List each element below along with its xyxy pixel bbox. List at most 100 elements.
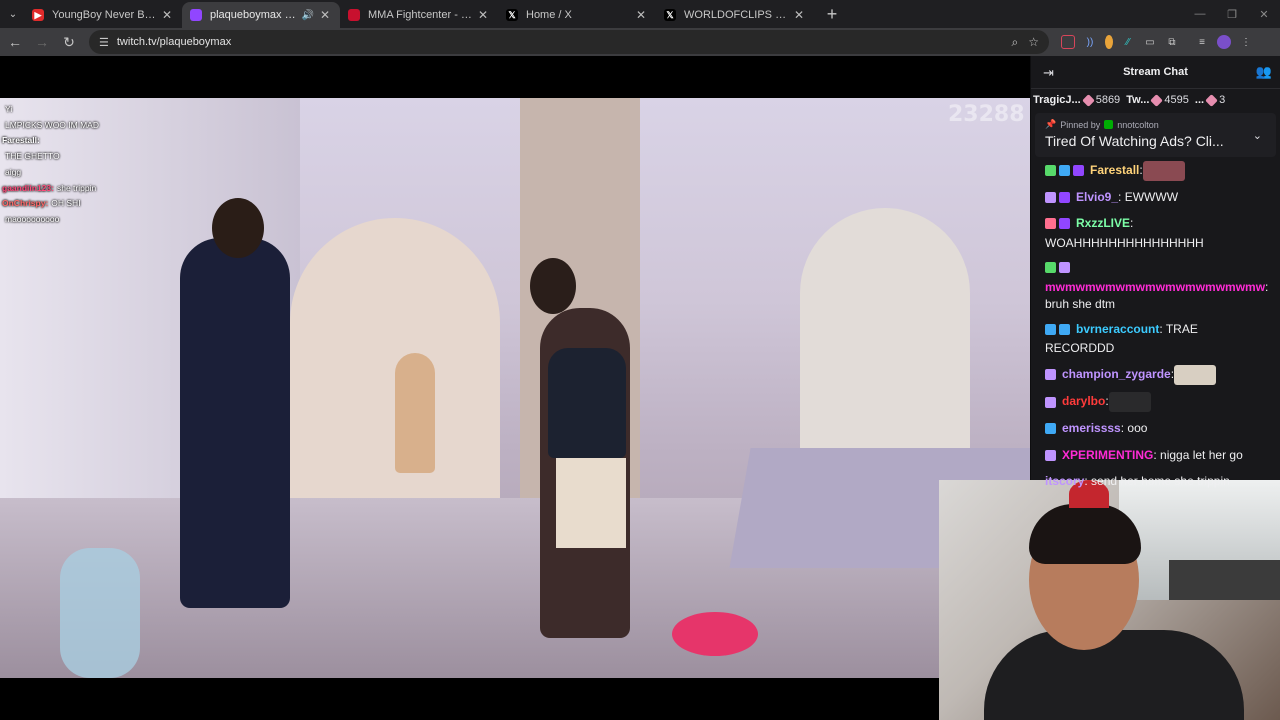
chat-username[interactable]: itscory <box>1045 474 1084 488</box>
chat-message-list: Farestall: Elvio9_: EWWWW RxzzLIVE: WOAHHH… <box>1031 157 1280 491</box>
tab-close-icon[interactable]: ✕ <box>160 8 174 22</box>
zoom-icon[interactable]: ⌕ <box>1012 35 1019 50</box>
gift-gem-icon <box>1205 93 1218 107</box>
chat-username[interactable]: XPERIMENTING <box>1062 448 1153 462</box>
community-users-icon[interactable]: 👥 <box>1256 64 1272 80</box>
chat-badge-icon[interactable] <box>1045 423 1056 435</box>
chat-username[interactable]: RxzzLIVE <box>1076 216 1130 230</box>
address-bar[interactable]: ☰ twitch.tv/plaqueboymax ⌕ ☆ <box>89 30 1049 54</box>
browser-tab[interactable]: MMA Fightcenter - ESPN ✕ <box>340 2 498 28</box>
chat-badge-icon[interactable] <box>1059 323 1070 335</box>
webcam-shelf <box>1169 560 1280 600</box>
url-text[interactable]: twitch.tv/plaqueboymax <box>117 36 1002 48</box>
extension-icon-1[interactable] <box>1061 35 1075 49</box>
expand-chevron-icon[interactable]: ⌄ <box>1253 129 1262 142</box>
extension-icon-3[interactable] <box>1105 35 1113 49</box>
chat-message[interactable]: bvrneraccount: TRAE RECORDDD <box>1045 321 1270 358</box>
tab-close-icon[interactable]: ✕ <box>476 8 490 22</box>
gift-leaderboard[interactable]: TragicJ... 5869 Tw... 4595 ... 3 <box>1031 89 1280 111</box>
chat-badge-icon[interactable] <box>1045 323 1056 335</box>
overlay-chat-line: aigg <box>2 165 202 181</box>
chat-emote[interactable] <box>1174 364 1217 385</box>
tab-close-icon[interactable]: ✕ <box>792 8 806 22</box>
chat-emote[interactable] <box>1108 392 1151 413</box>
minimize-icon[interactable]: — <box>1184 8 1216 21</box>
chat-badge-icon[interactable] <box>1045 191 1056 203</box>
chat-username[interactable]: champion_zygarde <box>1062 367 1171 381</box>
chat-message[interactable]: emerissss: ooo <box>1045 420 1270 440</box>
more-menu-icon[interactable]: ⋮ <box>1239 35 1253 49</box>
bookmark-star-icon[interactable]: ☆ <box>1028 35 1039 49</box>
chat-emote[interactable] <box>1142 161 1185 181</box>
overlay-chat-line: Farestall: <box>2 133 202 149</box>
chat-message[interactable]: XPERIMENTING: nigga let her go <box>1045 447 1270 467</box>
chat-badge-icon[interactable] <box>1059 262 1070 274</box>
leaderboard-entry[interactable]: TragicJ... 5869 <box>1033 93 1120 107</box>
site-info-icon[interactable]: ☰ <box>99 36 109 49</box>
tab-media-icon[interactable]: ≡ <box>1195 35 1209 49</box>
pinned-message[interactable]: 📌 Pinned by nnotcolton Tired Of Watching… <box>1035 113 1276 157</box>
chat-username[interactable]: Farestall <box>1090 163 1139 177</box>
reload-button[interactable]: ↻ <box>57 30 81 54</box>
tab-search-chevron-icon[interactable]: ⌄ <box>2 3 24 25</box>
overlay-chat-line: maooooooooo <box>2 212 202 228</box>
chat-message[interactable]: Elvio9_: EWWWW <box>1045 189 1270 209</box>
tab-audio-icon[interactable]: 🔊 <box>302 10 314 21</box>
profile-avatar[interactable] <box>1217 35 1231 49</box>
chat-username[interactable]: mwmwmwmwmwmwmwmwmwmwmw <box>1045 280 1265 294</box>
leaderboard-entry[interactable]: Tw... 4595 <box>1126 93 1189 107</box>
tab-close-icon[interactable]: ✕ <box>634 8 648 22</box>
new-tab-button[interactable]: + <box>820 2 844 26</box>
browser-tab[interactable]: 𝕏 Home / X ✕ <box>498 2 656 28</box>
chat-message[interactable]: darylbo: <box>1045 392 1270 413</box>
pinned-by-user[interactable]: nnotcolton <box>1117 120 1159 130</box>
browser-tab[interactable]: ▶ YoungBoy Never Broke Again - ✕ <box>24 2 182 28</box>
video-player[interactable]: 23288 Yi LMPICKS WOO IM MAD Farestall: THE … <box>0 56 1280 720</box>
extension-icon-5[interactable]: ▭ <box>1143 35 1157 49</box>
tab-favicon-icon <box>190 9 202 21</box>
chat-badge-icon[interactable] <box>1073 165 1084 177</box>
close-window-icon[interactable]: ✕ <box>1248 8 1280 21</box>
tab-favicon-icon <box>348 9 360 21</box>
chat-badge-icon[interactable] <box>1045 368 1056 380</box>
chat-message[interactable]: itscory: send her home she trippin <box>1045 473 1270 491</box>
chat-message[interactable]: Farestall: <box>1045 161 1270 182</box>
chat-badge-icon[interactable] <box>1045 396 1056 408</box>
browser-tab[interactable]: plaqueboymax - Twitch 🔊 ✕ <box>182 2 340 28</box>
extensions-puzzle-icon[interactable]: ⧉ <box>1165 35 1179 49</box>
chat-header: ⇥ Stream Chat 👥 <box>1031 56 1280 89</box>
extension-icon-2[interactable]: )) <box>1083 35 1097 49</box>
chat-badge-icon[interactable] <box>1059 191 1070 203</box>
maximize-icon[interactable]: ❐ <box>1216 8 1248 21</box>
extension-icon-4[interactable]: ⁄⁄ <box>1121 35 1135 49</box>
chat-username[interactable]: Elvio9_ <box>1076 190 1118 204</box>
chat-badge-icon[interactable] <box>1045 262 1056 274</box>
chat-text: nigga let her go <box>1156 447 1243 462</box>
collapse-chat-icon[interactable]: ⇥ <box>1043 65 1054 81</box>
chat-badge-icon[interactable] <box>1045 165 1056 177</box>
leaderboard-entry[interactable]: ... 3 <box>1195 93 1225 107</box>
forward-button[interactable]: → <box>30 30 54 54</box>
tab-title: MMA Fightcenter - ESPN <box>368 9 472 21</box>
stream-chat-panel: ⇥ Stream Chat 👥 TragicJ... 5869 Tw... 4595.… <box>1031 56 1280 488</box>
browser-tab[interactable]: 𝕏 WORLDOFCLIPS on X: "Mrbeas ✕ <box>656 2 814 28</box>
chat-badge-icon[interactable] <box>1059 218 1070 230</box>
chat-badge-icon[interactable] <box>1045 449 1056 461</box>
video-scene-person-running <box>395 353 435 473</box>
leaderboard-amount: 4595 <box>1164 94 1189 106</box>
chat-badge-icon[interactable] <box>1059 165 1070 177</box>
gift-gem-icon <box>1081 93 1095 107</box>
chat-message[interactable]: mwmwmwmwmwmwmwmwmwmwmw: bruh she dtm <box>1045 259 1270 314</box>
back-button[interactable]: ← <box>3 30 27 54</box>
chat-username[interactable]: bvrneraccount <box>1076 322 1159 336</box>
chat-badge-icon[interactable] <box>1045 218 1056 230</box>
chat-username[interactable]: darylbo <box>1062 395 1105 409</box>
chat-username[interactable]: emerissss <box>1062 421 1121 435</box>
chat-message[interactable]: RxzzLIVE: WOAHHHHHHHHHHHHHHH <box>1045 215 1270 252</box>
tab-close-icon[interactable]: ✕ <box>318 8 332 22</box>
chat-text: EWWWW <box>1121 189 1179 204</box>
tab-title: plaqueboymax - Twitch <box>210 9 298 21</box>
overlay-chat-user: gaandiin123: <box>2 182 54 193</box>
chat-message[interactable]: champion_zygarde: <box>1045 364 1270 386</box>
pin-icon: 📌 <box>1045 119 1057 129</box>
